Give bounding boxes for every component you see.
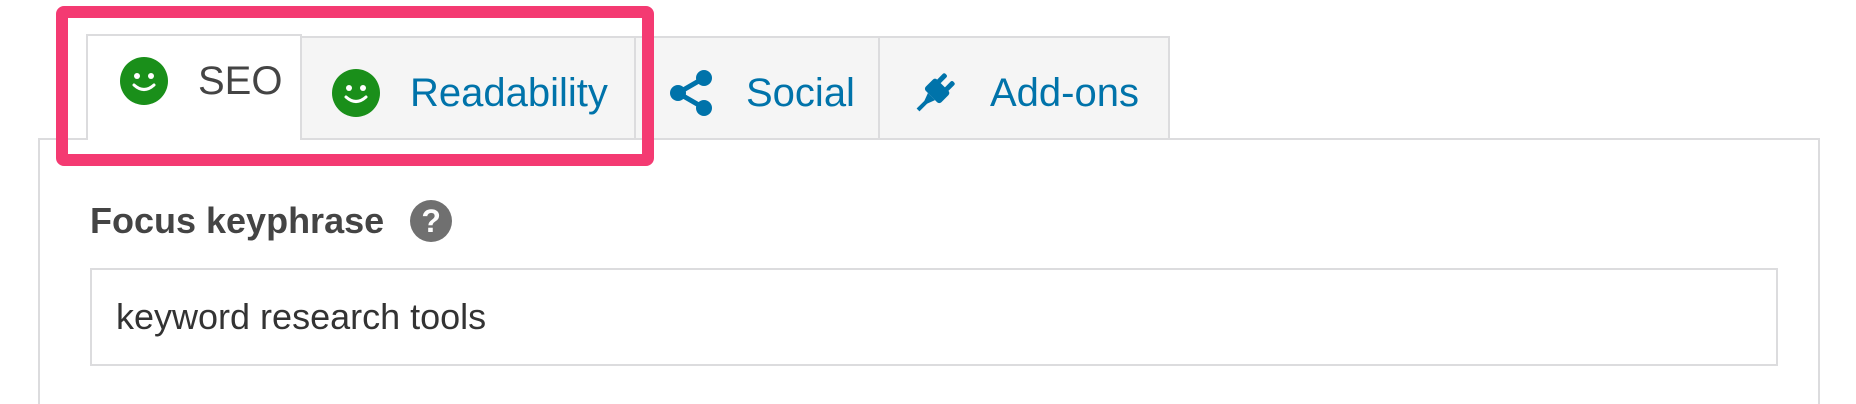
focus-keyphrase-label-row: Focus keyphrase ? <box>90 200 453 242</box>
tab-bar: SEO Readability Social Add-ons <box>86 34 1170 140</box>
focus-keyphrase-label: Focus keyphrase <box>90 200 385 241</box>
seo-panel: Focus keyphrase ? keyword research tools <box>38 138 1820 404</box>
yoast-metabox: SEO Readability Social Add-ons Focus key… <box>0 0 1856 404</box>
focus-keyphrase-input[interactable]: keyword research tools <box>90 268 1778 366</box>
smiley-face-icon <box>332 69 380 117</box>
smiley-face-icon <box>120 57 168 105</box>
tab-seo-label: SEO <box>198 58 283 103</box>
help-icon[interactable]: ? <box>410 200 453 242</box>
tab-social[interactable]: Social <box>634 36 880 140</box>
tab-readability[interactable]: Readability <box>300 36 636 140</box>
tab-addons-label: Add-ons <box>990 70 1139 115</box>
plug-icon <box>910 68 960 118</box>
tab-addons[interactable]: Add-ons <box>878 36 1170 140</box>
tab-seo[interactable]: SEO <box>86 34 302 140</box>
share-icon <box>666 68 716 118</box>
tab-readability-label: Readability <box>410 70 608 115</box>
tab-social-label: Social <box>746 70 855 115</box>
